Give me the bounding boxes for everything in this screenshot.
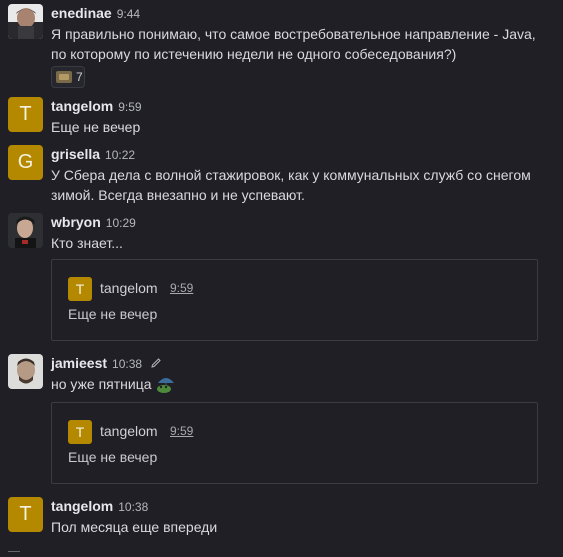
avatar[interactable]	[8, 354, 43, 389]
avatar[interactable]: T	[8, 97, 43, 132]
chat-message-list: enedinae 9:44 Я правильно понимаю, что са…	[0, 0, 563, 557]
message-enedinae: enedinae 9:44 Я правильно понимаю, что са…	[8, 4, 553, 88]
message-text: Пол месяца еще впереди	[51, 519, 218, 535]
message-text: У Сбера дела с волной стажировок, как у …	[51, 167, 531, 203]
timestamp[interactable]: 10:38	[112, 357, 142, 371]
quote-timestamp-link[interactable]: 9:59	[170, 281, 193, 295]
quote-username: tangelom	[100, 280, 158, 296]
message-header: jamieest 10:38	[51, 354, 162, 372]
username[interactable]: wbryon	[51, 214, 101, 230]
message-wbryon: wbryon 10:29 Кто знает... T tangelom 9:59…	[8, 213, 553, 343]
avatar[interactable]: G	[8, 145, 43, 180]
message-tangelom: T tangelom 9:59 Еще не вечер	[8, 97, 553, 137]
user-photo-icon	[8, 354, 43, 389]
message-tangelom-2: T tangelom 10:38 Пол месяца еще впереди	[8, 497, 553, 537]
message-text: Еще не вечер	[51, 119, 141, 135]
quote-timestamp-link[interactable]: 9:59	[170, 424, 193, 438]
user-photo-icon	[8, 213, 43, 248]
username[interactable]: enedinae	[51, 5, 112, 21]
avatar[interactable]: T	[8, 497, 43, 532]
reaction-button[interactable]: 7	[51, 66, 85, 88]
username[interactable]: grisella	[51, 146, 100, 162]
timestamp[interactable]: 9:44	[117, 7, 140, 21]
message-grisella: G grisella 10:22 У Сбера дела с волной ст…	[8, 145, 553, 205]
quote-username: tangelom	[100, 423, 158, 439]
timestamp[interactable]: 9:59	[118, 100, 141, 114]
message-text: но уже пятница	[51, 374, 551, 394]
avatar[interactable]	[8, 213, 43, 248]
quote-text: Еще не вечер	[68, 449, 158, 465]
message-jamieest: jamieest 10:38 но уже пятница T tangelom …	[8, 354, 553, 489]
quote-avatar: T	[68, 277, 92, 301]
quote-text: Еще не вечер	[68, 306, 158, 322]
quote-avatar: T	[68, 420, 92, 444]
user-photo-icon	[8, 4, 43, 39]
timestamp[interactable]: 10:22	[105, 148, 135, 162]
pencil-icon	[150, 358, 161, 368]
username[interactable]: jamieest	[51, 355, 107, 371]
username[interactable]: tangelom	[51, 498, 113, 514]
avatar[interactable]	[8, 4, 43, 39]
message-text: Кто знает...	[51, 235, 123, 251]
reaction-count: 7	[76, 70, 83, 84]
quoted-message[interactable]: T tangelom 9:59 Еще не вечер	[51, 402, 538, 484]
message-text: Я правильно понимаю, что самое востребов…	[51, 26, 536, 62]
timestamp[interactable]: 10:38	[118, 500, 148, 514]
frog-umbrella-emoji-icon	[156, 378, 174, 393]
message-header: tangelom 10:38	[51, 497, 148, 515]
reaction-emoji-icon	[56, 71, 72, 83]
message-header: tangelom 9:59	[51, 97, 142, 115]
username[interactable]: tangelom	[51, 98, 113, 114]
timestamp[interactable]: 10:29	[106, 216, 136, 230]
message-header: grisella 10:22	[51, 145, 135, 163]
message-text-content: но уже пятница	[51, 376, 152, 392]
next-message-edge	[8, 551, 20, 557]
message-header: enedinae 9:44	[51, 4, 140, 22]
quoted-message[interactable]: T tangelom 9:59 Еще не вечер	[51, 259, 538, 341]
message-header: wbryon 10:29	[51, 213, 136, 231]
